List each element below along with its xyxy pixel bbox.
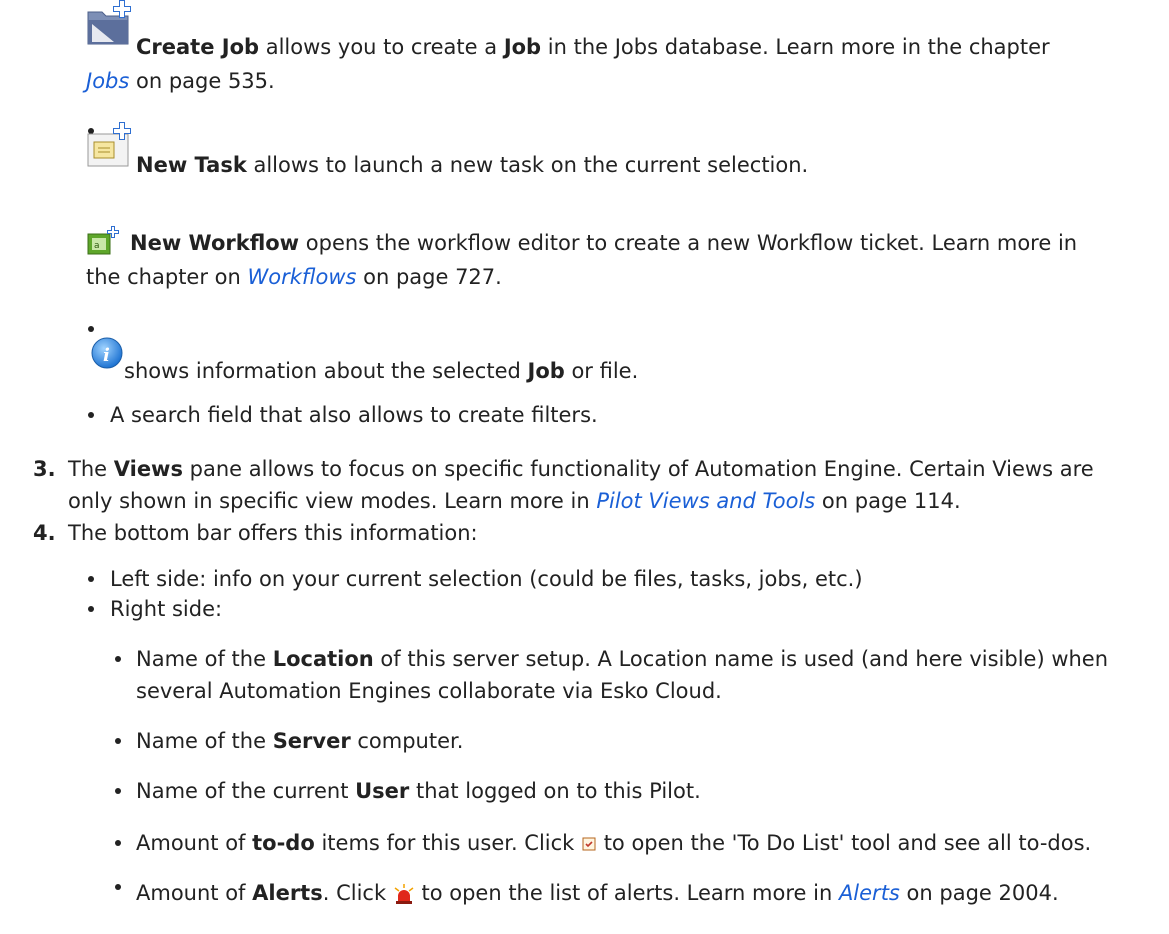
svg-text:a: a [94,241,100,251]
new-task-line: New Task allows to launch a new task on … [136,153,809,177]
create-job-line-2: Jobs on page 535. [86,69,275,93]
new-workflow-line-2: the chapter on Workflows on page 727. [86,265,502,289]
new-task-label: New Task [136,153,247,177]
workflows-link[interactable]: Workflows [248,265,357,289]
task-plus-icon [87,122,131,167]
location-line-1: Name of the Location of this server setu… [136,647,1109,671]
svg-text:i: i [103,345,110,366]
step-3-line-1: The Views pane allows to focus on specif… [68,457,1094,481]
location-line-2: several Automation Engines collaborate v… [136,679,722,703]
bullet [115,840,121,846]
bullet [115,656,121,662]
create-job-label: Create Job [136,35,260,59]
server-line: Name of the Server computer. [136,729,464,753]
info-line: shows information about the selected Job… [124,359,639,383]
pilot-views-link[interactable]: Pilot Views and Tools [596,489,815,513]
workflow-plus-icon: a [87,226,119,255]
todo-icon[interactable] [581,836,597,852]
left-side-line: Left side: info on your current selectio… [110,567,863,591]
user-line: Name of the current User that logged on … [136,779,701,803]
step-4-number: 4. [33,521,56,545]
step-3-number: 3. [33,457,56,481]
new-workflow-label: New Workflow [130,231,300,255]
alarm-icon[interactable] [393,884,415,904]
step-3-line-2: only shown in specific view modes. Learn… [68,489,961,513]
bullet [88,606,94,612]
alerts-link[interactable]: Alerts [839,881,900,905]
bullet [88,326,94,332]
bullet [88,412,94,418]
right-side-line: Right side: [110,597,223,621]
info-icon: i [91,337,123,369]
step-4-line: The bottom bar offers this information: [68,521,478,545]
bullet [115,884,121,890]
document-page: Create Job allows you to create a Job in… [0,0,1169,934]
bullet [88,576,94,582]
todo-line: Amount of to-do items for this user. Cli… [136,831,1092,855]
bullet [115,738,121,744]
search-line: A search field that also allows to creat… [110,403,598,427]
jobs-link[interactable]: Jobs [86,69,129,93]
bullet [115,788,121,794]
new-workflow-line-1: New Workflow opens the workflow editor t… [130,231,1078,255]
folder-plus-icon [87,0,131,45]
create-job-line-1: Create Job allows you to create a Job in… [136,35,1050,59]
alerts-line: Amount of Alerts. Click to open the list… [136,881,1059,905]
